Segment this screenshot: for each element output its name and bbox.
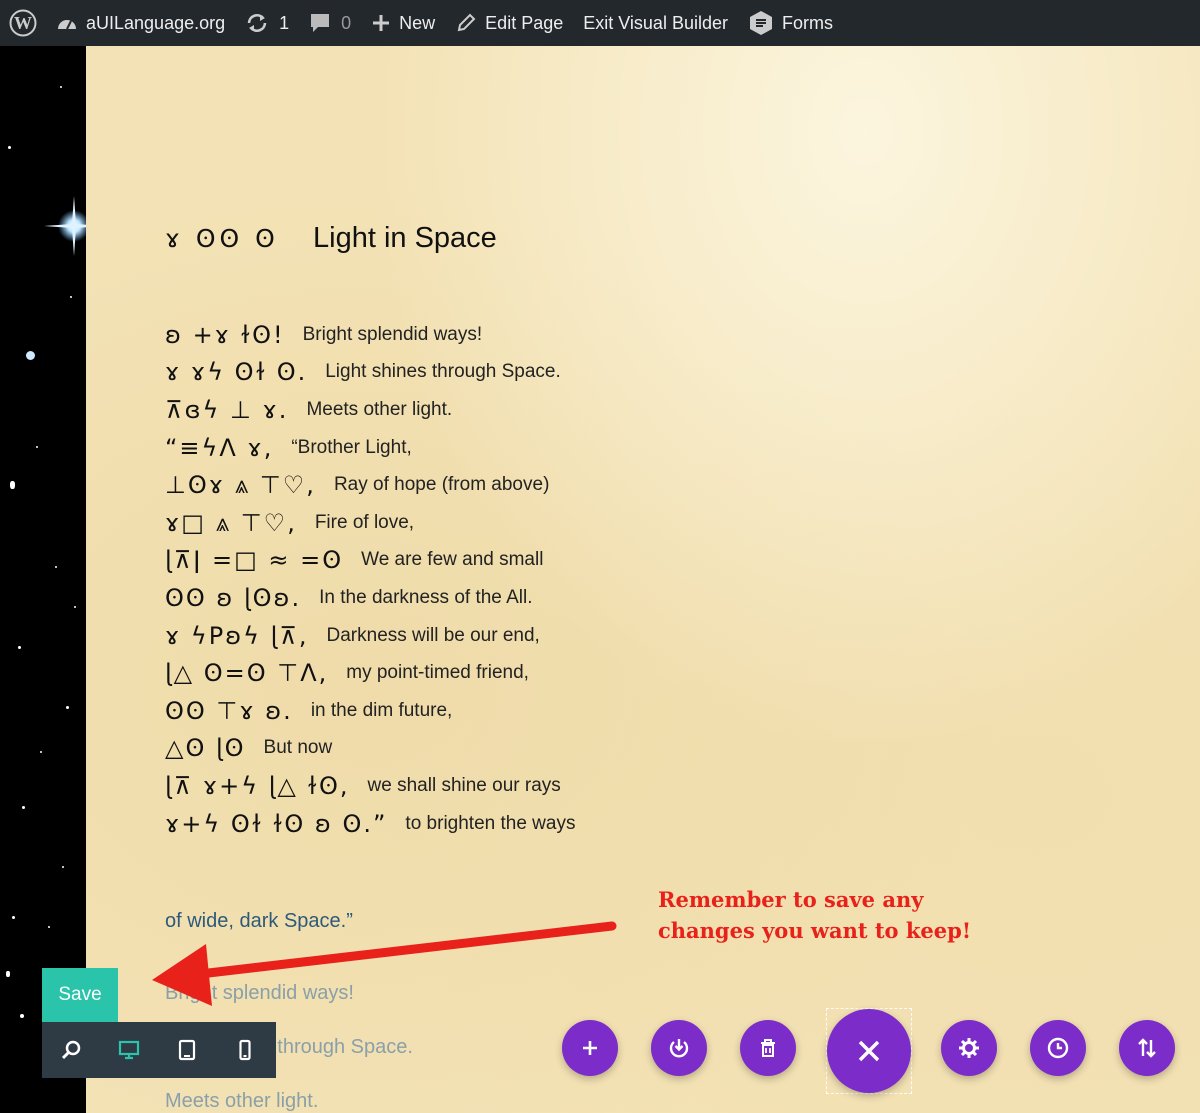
forms-icon (748, 10, 774, 36)
poem-line: ɤ ɤϟ ʘɫ ʘ. Light shines through Space. (165, 354, 575, 392)
line-english: my point-timed friend, (346, 662, 529, 684)
forms-label: Forms (781, 12, 833, 33)
poem-line: ʘʘ ʚ ɭʘʚ. In the darkness of the All. (165, 579, 575, 617)
sort-button[interactable] (1119, 1020, 1175, 1076)
portability-button[interactable] (651, 1020, 707, 1076)
add-icon (583, 1041, 597, 1055)
add-button[interactable] (562, 1020, 618, 1076)
line-glyphs: ɭ⊼ ɤ+ϟ ɭ△ ɫʘ, (165, 771, 350, 800)
forms-link[interactable]: Forms (738, 0, 843, 46)
line-glyphs: ɭ△ ʘ=ʘ ⊤Λ, (165, 659, 329, 688)
svg-text:W: W (14, 13, 32, 33)
poem-line: ⊼ɞϟ ⊥ ɤ. Meets other light. (165, 391, 575, 429)
starfield-background (0, 46, 86, 1113)
edit-page-label: Edit Page (485, 12, 564, 33)
poem-title[interactable]: ɤ ʘʘ ʘ Light in Space (165, 222, 497, 255)
line-glyphs: ɤ□ ⩓ ⊤♡, (165, 508, 297, 537)
line-glyphs: ⊥ʘɤ ⩓ ⊤♡, (165, 471, 316, 500)
site-name-link[interactable]: aUILanguage.org (46, 0, 235, 46)
poem-line: ⊥ʘɤ ⩓ ⊤♡, Ray of hope (from above) (165, 466, 575, 504)
preview-line: Meets other light. (165, 1090, 319, 1112)
line-glyphs: △ʘ ɭʘ (165, 734, 246, 763)
tablet-icon[interactable] (158, 1022, 216, 1078)
save-button[interactable]: Save (42, 968, 118, 1022)
line-glyphs: ɤ+ϟ ʘɫ ɫʘ ʚ ʘ.” (165, 809, 388, 838)
line-glyphs: ɤ ϟPʚϟ ɭ⊼, (165, 621, 309, 650)
line-english: We are few and small (361, 549, 544, 571)
trash-icon (761, 1039, 775, 1057)
line-english: In the darkness of the All. (319, 586, 533, 608)
poem-body[interactable]: ʚ +ɤ ɫʘ! Bright splendid ways! ɤ ɤϟ ʘɫ ʘ.… (165, 316, 575, 842)
page-settings-button[interactable] (941, 1020, 997, 1076)
exit-visual-builder-label: Exit Visual Builder (583, 12, 728, 33)
wordpress-logo-icon[interactable]: W (0, 0, 46, 46)
pencil-icon (455, 12, 477, 34)
wp-admin-bar: W aUILanguage.org 1 0 New Edit Page Exit… (0, 0, 1200, 46)
line-english: Meets other light. (306, 398, 453, 420)
poem-line: ɭ△ ʘ=ʘ ⊤Λ, my point-timed friend, (165, 654, 575, 692)
line-english: to brighten the ways (405, 812, 576, 834)
line-english: But now (263, 737, 333, 759)
line-glyphs: ʘʘ ⊤ɤ ʚ. (165, 696, 293, 725)
clear-layout-button[interactable] (740, 1020, 796, 1076)
exit-visual-builder-link[interactable]: Exit Visual Builder (573, 0, 738, 46)
line-glyphs: “≡ϟΛ ɤ, (165, 433, 274, 462)
site-name: aUILanguage.org (86, 12, 226, 33)
save-reminder-annotation: Remember to save any changes you want to… (658, 884, 971, 946)
line-english: Darkness will be our end, (326, 624, 540, 646)
close-icon (858, 1040, 880, 1062)
line-english: “Brother Light, (291, 436, 412, 458)
zoom-icon[interactable] (42, 1022, 100, 1078)
line-glyphs: ʚ +ɤ ɫʘ! (165, 320, 285, 349)
view-mode-bar (42, 1022, 276, 1078)
annotation-line: Remember to save any (658, 887, 924, 912)
line-glyphs: ʘʘ ʚ ɭʘʚ. (165, 583, 302, 612)
plus-icon (371, 13, 391, 33)
line-english: we shall shine our rays (367, 774, 561, 796)
poem-line: ɭ⊼ ɤ+ϟ ɭ△ ɫʘ, we shall shine our rays (165, 767, 575, 805)
new-label: New (399, 12, 436, 33)
line-glyphs: ɤ ɤϟ ʘɫ ʘ. (165, 358, 308, 387)
line-glyphs: ⊼ɞϟ ⊥ ɤ. (165, 395, 289, 424)
preview-line: Bright splendid ways! (165, 982, 354, 1004)
gear-icon (959, 1038, 979, 1058)
title-text: Light in Space (313, 222, 497, 254)
parchment-page: ɤ ʘʘ ʘ Light in Space ʚ +ɤ ɫʘ! Bright spl… (86, 46, 1200, 1113)
title-glyphs: ɤ ʘʘ ʘ (165, 224, 279, 253)
poem-line: “≡ϟΛ ɤ, “Brother Light, (165, 429, 575, 467)
close-builder-button[interactable] (827, 1009, 911, 1093)
poem-line: ɤ+ϟ ʘɫ ɫʘ ʚ ʘ.” to brighten the ways (165, 805, 575, 843)
line-english: Ray of hope (from above) (333, 474, 550, 496)
poem-line: ɤ□ ⩓ ⊤♡, Fire of love, (165, 504, 575, 542)
desktop-icon[interactable] (100, 1022, 158, 1078)
phone-icon[interactable] (216, 1022, 274, 1078)
poem-line: ʘʘ ⊤ɤ ʚ. in the dim future, (165, 692, 575, 730)
bright-star-icon (44, 196, 86, 256)
updates-count: 1 (279, 12, 290, 33)
dashboard-icon (56, 13, 78, 33)
refresh-icon (245, 12, 269, 34)
history-icon (1047, 1037, 1069, 1059)
poem-line: △ʘ ɭʘ But now (165, 730, 575, 768)
comments-link[interactable]: 0 (299, 0, 361, 46)
comment-bubble-icon (309, 12, 331, 34)
preview-line: of wide, dark Space.” (165, 910, 353, 932)
poem-line: ʚ +ɤ ɫʘ! Bright splendid ways! (165, 316, 575, 354)
line-english: in the dim future, (310, 699, 453, 721)
annotation-line: changes you want to keep! (658, 918, 972, 943)
poem-line: ɭ⊼ǀ =□ ≈ =ʘ We are few and small (165, 542, 575, 580)
portability-icon (669, 1039, 689, 1058)
sort-icon (1138, 1038, 1156, 1058)
poem-line: ɤ ϟPʚϟ ɭ⊼, Darkness will be our end, (165, 617, 575, 655)
comments-count: 0 (341, 12, 352, 33)
line-glyphs: ɭ⊼ǀ =□ ≈ =ʘ (165, 546, 344, 575)
new-content-link[interactable]: New (361, 0, 445, 46)
updates-link[interactable]: 1 (235, 0, 299, 46)
line-english: Light shines through Space. (325, 361, 561, 383)
line-english: Fire of love, (314, 511, 415, 533)
edit-page-link[interactable]: Edit Page (445, 0, 573, 46)
history-button[interactable] (1030, 1020, 1086, 1076)
line-english: Bright splendid ways! (302, 323, 483, 345)
